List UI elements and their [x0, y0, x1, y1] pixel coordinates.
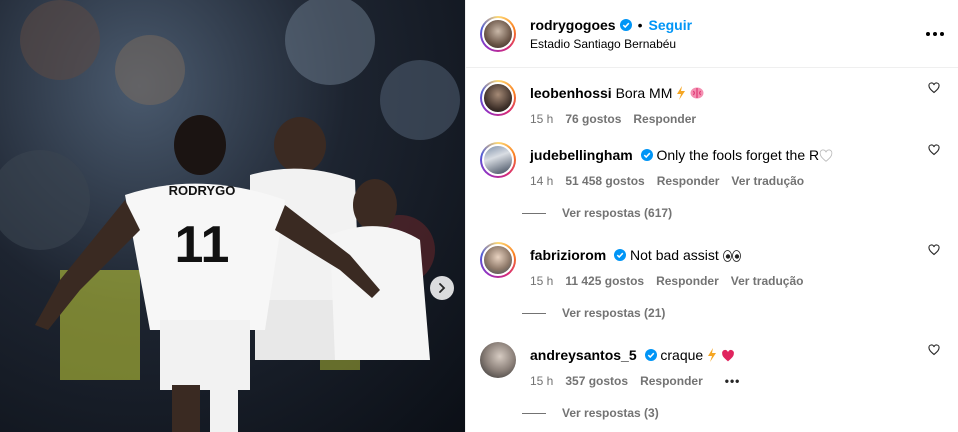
comment-item: leobenhossi Bora MM 15 h 76 gostos Respo…	[480, 68, 944, 130]
eyes-icon	[722, 250, 741, 262]
post-photo[interactable]: RODRYGO 11	[0, 0, 465, 432]
reply-button[interactable]: Responder	[633, 112, 696, 126]
jersey-number: 11	[175, 216, 230, 274]
translate-button[interactable]: Ver tradução	[731, 274, 804, 288]
commenter-username[interactable]: leobenhossi	[530, 85, 612, 101]
comment-text: craque	[660, 347, 704, 363]
heart-outline-icon[interactable]	[928, 82, 940, 94]
commenter-username[interactable]: judebellingham	[530, 147, 633, 163]
commenter-avatar[interactable]	[480, 80, 516, 116]
next-photo-button[interactable]	[430, 276, 454, 300]
comment-likes[interactable]: 357 gostos	[565, 374, 628, 388]
comment-time: 15 h	[530, 374, 554, 388]
comment-item: fabriziorom Not bad assist 15 h 11 425 g…	[480, 230, 944, 330]
comment-text: Only the fools forget the R	[656, 147, 820, 163]
comment-options-icon[interactable]: •••	[725, 374, 741, 388]
heart-outline-icon[interactable]	[928, 244, 940, 256]
verified-badge-icon	[644, 349, 657, 361]
commenter-avatar[interactable]	[480, 242, 516, 278]
commenter-username[interactable]: fabriziorom	[530, 247, 606, 263]
comment-text: Not bad assist	[630, 247, 719, 263]
reply-button[interactable]: Responder	[657, 174, 720, 188]
comment-item: judebellingham Only the fools forget the…	[480, 130, 944, 230]
red-heart-icon	[722, 349, 734, 362]
view-replies-button[interactable]: Ver respostas (3)	[522, 406, 944, 420]
commenter-avatar[interactable]	[480, 142, 516, 178]
comment-item: andreysantos_5 craque 15 h 357 gostos Re…	[480, 330, 944, 428]
heart-outline-icon[interactable]	[928, 144, 940, 156]
celebration-photo: RODRYGO 11	[0, 0, 460, 432]
more-options-icon[interactable]	[926, 26, 944, 42]
comment-likes[interactable]: 11 425 gostos	[565, 274, 644, 288]
verified-badge-icon	[614, 249, 627, 261]
comment-time: 15 h	[530, 274, 554, 288]
author-username[interactable]: rodrygogoes	[530, 17, 616, 33]
heart-outline-icon[interactable]	[928, 344, 940, 356]
white-heart-icon	[819, 149, 833, 162]
comment-time: 15 h	[530, 112, 554, 126]
author-avatar[interactable]	[480, 15, 516, 52]
comment-likes[interactable]: 76 gostos	[565, 112, 621, 126]
commenter-username[interactable]: andreysantos_5	[530, 347, 637, 363]
jersey-name: RODRYGO	[169, 183, 236, 198]
lightning-icon	[677, 86, 686, 100]
brain-icon	[690, 87, 704, 99]
verified-badge-icon	[619, 18, 632, 31]
view-replies-button[interactable]: Ver respostas (617)	[522, 206, 944, 220]
translate-button[interactable]: Ver tradução	[731, 174, 804, 188]
post-header: rodrygogoes • Seguir Estadio Santiago Be…	[466, 0, 958, 68]
comment-time: 14 h	[530, 174, 554, 188]
comments-panel: rodrygogoes • Seguir Estadio Santiago Be…	[465, 0, 958, 432]
post-location[interactable]: Estadio Santiago Bernabéu	[530, 37, 692, 51]
comment-likes[interactable]: 51 458 gostos	[565, 174, 644, 188]
follow-button[interactable]: Seguir	[648, 17, 692, 33]
verified-badge-icon	[640, 149, 653, 161]
commenter-avatar[interactable]	[480, 342, 516, 378]
view-replies-button[interactable]: Ver respostas (21)	[522, 306, 944, 320]
lightning-icon	[708, 348, 717, 362]
comment-list: leobenhossi Bora MM 15 h 76 gostos Respo…	[466, 68, 958, 428]
reply-button[interactable]: Responder	[640, 374, 703, 388]
reply-button[interactable]: Responder	[656, 274, 719, 288]
chevron-right-icon	[439, 283, 446, 293]
comment-text: Bora MM	[615, 85, 673, 101]
